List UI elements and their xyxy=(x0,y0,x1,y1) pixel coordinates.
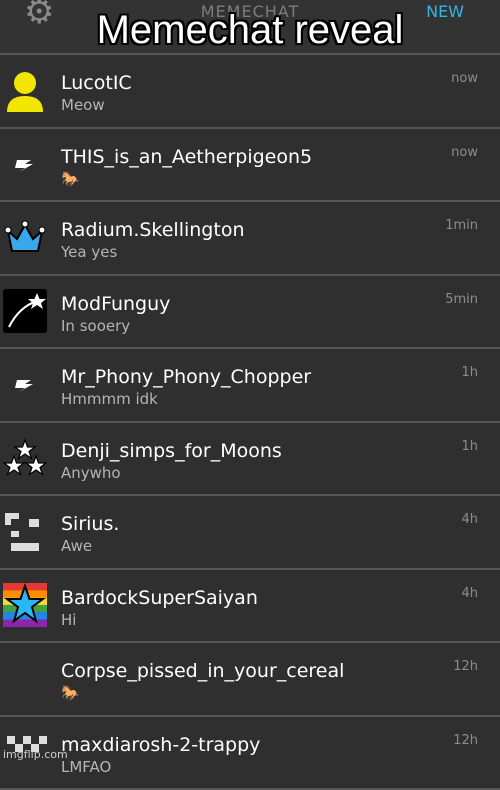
chat-name: LucotIC xyxy=(61,72,132,94)
chat-name: maxdiarosh-2-trappy xyxy=(61,734,260,756)
chat-name: ModFunguy xyxy=(61,293,170,315)
chat-row[interactable]: THIS_is_an_Aetherpigeon5 🐎 now xyxy=(0,129,500,203)
chat-time: 4h xyxy=(461,586,478,601)
chat-time: now xyxy=(451,71,478,86)
chat-time: 12h xyxy=(453,733,478,748)
chat-row[interactable]: LucotIC Meow now xyxy=(0,55,500,129)
chat-time: 1min xyxy=(445,218,478,233)
chat-time: 1h xyxy=(461,365,478,380)
chat-message: Hi xyxy=(61,611,76,629)
chat-name: THIS_is_an_Aetherpigeon5 xyxy=(61,146,312,168)
chat-message: In sooery xyxy=(61,317,130,335)
shooting-star-icon xyxy=(3,289,47,333)
chat-row[interactable]: BardockSuperSaiyan Hi 4h xyxy=(0,570,500,644)
chat-message: LMFAO xyxy=(61,758,111,776)
chat-message: Anywho xyxy=(61,464,121,482)
slash-logo-icon xyxy=(3,362,47,406)
chat-row[interactable]: Sirius. Awe 4h xyxy=(0,496,500,570)
rainbow-star-icon xyxy=(3,583,47,627)
chat-time: 12h xyxy=(453,659,478,674)
chat-row[interactable]: Corpse_pissed_in_your_cereal 🐎 12h xyxy=(0,643,500,717)
pixel-blocks-icon xyxy=(3,509,47,553)
three-stars-icon xyxy=(3,436,47,480)
meme-caption: Memechat reveal xyxy=(0,8,500,53)
chat-list: LucotIC Meow now THIS_is_an_Aetherpigeon… xyxy=(0,55,500,790)
chat-message: 🐎 xyxy=(61,684,80,702)
chat-name: Mr_Phony_Phony_Chopper xyxy=(61,366,311,388)
chat-time: now xyxy=(451,145,478,160)
chat-time: 5min xyxy=(445,292,478,307)
slash-logo-icon xyxy=(3,142,47,186)
chat-message: Yea yes xyxy=(61,243,117,261)
chat-time: 1h xyxy=(461,439,478,454)
chat-name: Sirius. xyxy=(61,513,119,535)
watermark: imgflip.com xyxy=(3,748,68,761)
chat-name: Radium.Skellington xyxy=(61,219,245,241)
chat-name: Denji_simps_for_Moons xyxy=(61,440,282,462)
chat-message: Awe xyxy=(61,537,92,555)
yellow-person-icon xyxy=(3,68,47,112)
chat-row[interactable]: ModFunguy In sooery 5min xyxy=(0,276,500,350)
crown-icon xyxy=(3,215,47,259)
chat-message: Hmmmm idk xyxy=(61,390,158,408)
chat-name: BardockSuperSaiyan xyxy=(61,587,258,609)
chat-row[interactable]: maxdiarosh-2-trappy LMFAO 12h xyxy=(0,717,500,790)
chat-message: 🐎 xyxy=(61,170,80,188)
chat-message: Meow xyxy=(61,96,105,114)
blank-avatar xyxy=(3,656,47,700)
chat-row[interactable]: Mr_Phony_Phony_Chopper Hmmmm idk 1h xyxy=(0,349,500,423)
chat-row[interactable]: Radium.Skellington Yea yes 1min xyxy=(0,202,500,276)
chat-name: Corpse_pissed_in_your_cereal xyxy=(61,660,344,682)
chat-time: 4h xyxy=(461,512,478,527)
chat-row[interactable]: Denji_simps_for_Moons Anywho 1h xyxy=(0,423,500,497)
